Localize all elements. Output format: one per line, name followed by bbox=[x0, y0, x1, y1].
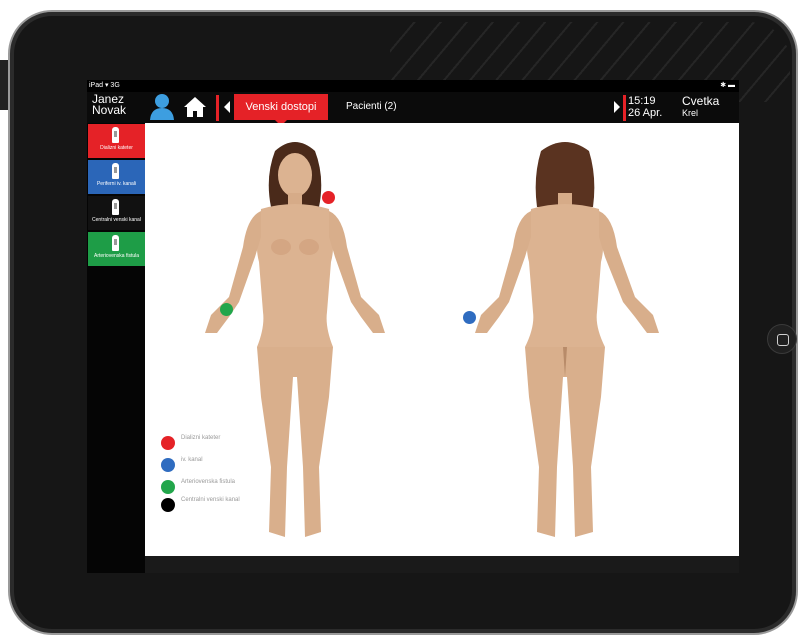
legend-label: Dializni kateter bbox=[181, 435, 221, 441]
sidebar-item-centralni-venski-kanal[interactable]: Centralni venski kanal bbox=[88, 196, 145, 230]
side-switch bbox=[0, 60, 8, 110]
catheter-icon bbox=[112, 127, 119, 143]
tab-venski-dostopi[interactable]: Venski dostopi bbox=[234, 94, 328, 126]
sidebar-item-arteriovenska-fistula[interactable]: Arteriovenska fistula bbox=[88, 232, 145, 266]
sidebar-item-label: Centralni venski kanal bbox=[92, 217, 141, 223]
patient-name: Janez Novak bbox=[92, 92, 127, 117]
battery-icon: ✱ ▬ bbox=[720, 82, 735, 89]
body-back-figure[interactable] bbox=[455, 137, 675, 547]
screen: iPad ▾ 3G ✱ ▬ Janez Novak Venski dostopi… bbox=[87, 80, 739, 573]
sidebar-item-label: Periferni iv. kanali bbox=[96, 181, 137, 187]
legend-label: Arteriovenska fistula bbox=[181, 479, 236, 485]
sidebar-item-label: Arteriovenska fistula bbox=[93, 253, 140, 259]
status-bar: iPad ▾ 3G ✱ ▬ bbox=[87, 80, 739, 92]
marker-neck-catheter[interactable] bbox=[322, 191, 335, 204]
divider-right bbox=[623, 95, 626, 121]
arrow-left-icon[interactable] bbox=[224, 101, 230, 113]
legend-dot bbox=[161, 436, 175, 450]
legend-dot bbox=[161, 480, 175, 494]
sidebar: Dializni kateter Periferni iv. kanali Ce… bbox=[87, 123, 145, 573]
marker-front-wrist-fistula[interactable] bbox=[220, 303, 233, 316]
bottom-strip bbox=[145, 556, 739, 573]
current-user: Cvetka Krel bbox=[682, 94, 720, 118]
sidebar-item-label: Dializni kateter bbox=[100, 145, 133, 151]
home-icon[interactable] bbox=[183, 96, 207, 118]
legend-dot bbox=[161, 498, 175, 512]
divider-left bbox=[216, 95, 219, 121]
legend-dot bbox=[161, 458, 175, 472]
status-left: iPad ▾ 3G bbox=[89, 82, 120, 89]
body-map-panel: Dializni kateter iv. kanal Arteriovenska… bbox=[145, 123, 739, 556]
user-icon[interactable] bbox=[149, 93, 175, 121]
sidebar-item-periferni-iv-kanali[interactable]: Periferni iv. kanali bbox=[88, 160, 145, 194]
sidebar-item-dializni-kateter[interactable]: Dializni kateter bbox=[88, 124, 145, 158]
arrow-right-icon[interactable] bbox=[614, 101, 620, 113]
legend-label: iv. kanal bbox=[181, 457, 203, 463]
catheter-icon bbox=[112, 235, 119, 251]
marker-back-wrist-iv[interactable] bbox=[463, 311, 476, 324]
datetime: 15:19 26 Apr. bbox=[628, 95, 663, 119]
catheter-icon bbox=[112, 163, 119, 179]
home-button[interactable] bbox=[767, 324, 797, 354]
top-navigation-bar: Janez Novak Venski dostopi Pacienti (2) … bbox=[87, 92, 739, 126]
legend-label: Centralni venski kanal bbox=[181, 497, 240, 503]
tab-pacienti[interactable]: Pacienti (2) bbox=[346, 94, 397, 120]
catheter-icon bbox=[112, 199, 119, 215]
